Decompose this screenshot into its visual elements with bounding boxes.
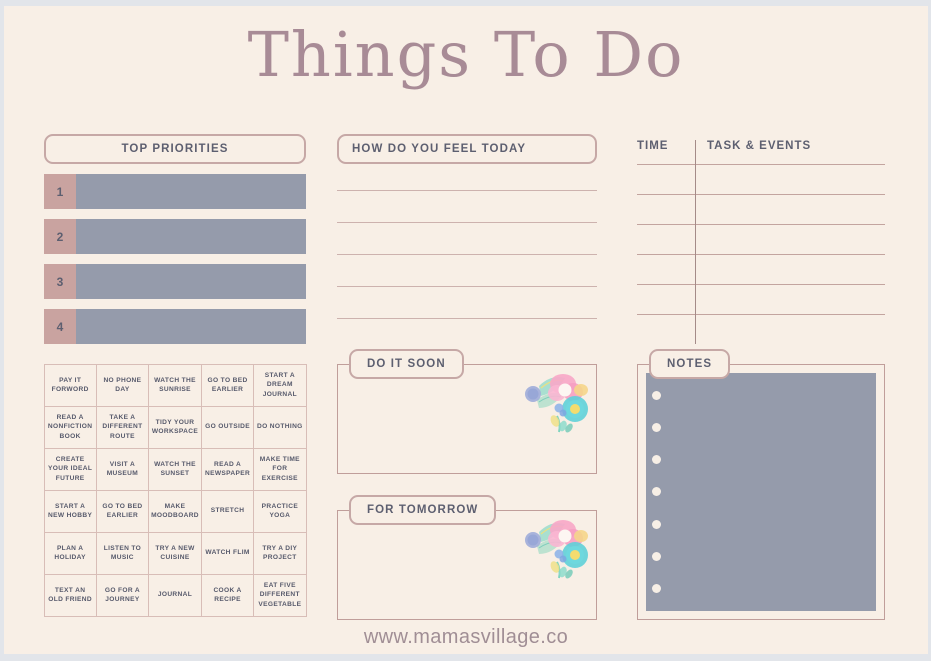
priority-number: 4 xyxy=(44,309,76,344)
activity-cell[interactable]: TEXT AN OLD FRIEND xyxy=(43,573,97,617)
schedule-row-line[interactable] xyxy=(637,254,885,255)
notes-fill xyxy=(646,373,876,611)
activity-cell[interactable]: TIDY YOUR WORKSPACE xyxy=(148,405,202,449)
priority-row[interactable]: 3 xyxy=(44,264,306,299)
priority-row[interactable]: 1 xyxy=(44,174,306,209)
activity-cell[interactable]: PAY IT FORWORD xyxy=(43,363,97,407)
activity-cell[interactable]: DO NOTHING xyxy=(253,405,307,449)
activity-cell[interactable]: STRETCH xyxy=(200,489,255,533)
activity-cell[interactable]: VISIT A MUSEUM xyxy=(95,447,150,491)
priority-number: 1 xyxy=(44,174,76,209)
schedule-row-line[interactable] xyxy=(637,284,885,285)
notes-bullet xyxy=(652,519,661,529)
notes-header: NOTES xyxy=(649,349,731,379)
activity-cell[interactable]: TAKE A DIFFERENT ROUTE xyxy=(95,405,150,449)
activity-cell[interactable]: GO OUTSIDE xyxy=(200,405,255,449)
activity-cell[interactable]: CREATE YOUR IDEAL FUTURE xyxy=(43,447,97,491)
top-priorities-header: TOP PRIORITIES xyxy=(44,134,306,164)
activity-cell[interactable]: GO TO BED EARLIER xyxy=(95,489,150,533)
activity-grid: PAY IT FORWORD NO PHONE DAY WATCH THE SUNR… xyxy=(43,363,307,617)
activity-cell[interactable]: LISTEN TO MUSIC xyxy=(95,531,150,575)
write-line[interactable] xyxy=(337,318,597,319)
schedule-divider xyxy=(695,140,696,344)
activity-cell[interactable]: WATCH FLIM xyxy=(200,531,255,575)
do-it-soon-writing-area[interactable] xyxy=(337,364,597,474)
notes-bullet xyxy=(652,552,661,562)
activity-cell[interactable]: GO TO BED EARLIER xyxy=(200,363,255,407)
priority-input-area[interactable] xyxy=(76,264,306,299)
activity-cell[interactable]: TRY A DIY PROJECT xyxy=(253,531,307,575)
notes-section: NOTES xyxy=(637,349,885,620)
floral-bouquet-icon xyxy=(525,520,588,579)
do-it-soon-section: DO IT SOON xyxy=(337,349,597,474)
schedule-header-row: TIME TASK & EVENTS xyxy=(637,140,885,164)
floral-bouquet-icon xyxy=(525,374,588,433)
schedule-row-line[interactable] xyxy=(637,194,885,195)
write-line[interactable] xyxy=(337,254,597,255)
schedule-rows[interactable] xyxy=(637,164,885,315)
planner-page: Things To Do TOP PRIORITIES 1 2 3 4 HOW DO … xyxy=(4,6,928,654)
priority-input-area[interactable] xyxy=(76,174,306,209)
notes-bullet xyxy=(652,455,661,465)
priority-input-area[interactable] xyxy=(76,309,306,344)
schedule-body[interactable] xyxy=(637,140,885,344)
schedule-row-line[interactable] xyxy=(637,224,885,225)
activity-cell[interactable]: START A DREAM JOURNAL xyxy=(253,363,307,407)
notes-bullet-list xyxy=(652,379,664,605)
top-priorities-section: TOP PRIORITIES 1 2 3 4 xyxy=(44,134,306,344)
notes-bullet xyxy=(652,584,661,594)
activity-cell[interactable]: READ A NEWSPAPER xyxy=(200,447,255,491)
top-priorities-rows: 1 2 3 4 xyxy=(44,174,306,344)
activity-cell[interactable]: EAT FIVE DIFFERENT VEGETABLE xyxy=(253,573,307,617)
activity-cell[interactable]: WATCH THE SUNRISE xyxy=(148,363,202,407)
schedule-col-time: TIME xyxy=(637,140,669,152)
feel-today-header: HOW DO YOU FEEL TODAY xyxy=(337,134,597,164)
notes-writing-area[interactable] xyxy=(637,364,885,620)
notes-bullet xyxy=(652,487,661,497)
feel-today-write-lines[interactable] xyxy=(337,190,597,319)
activity-cell[interactable]: PRACTICE YOGA xyxy=(253,489,307,533)
schedule-row-line[interactable] xyxy=(637,314,885,315)
schedule-col-task: TASK & EVENTS xyxy=(707,140,812,152)
priority-row[interactable]: 4 xyxy=(44,309,306,344)
activity-cell[interactable]: PLAN A HOLIDAY xyxy=(43,531,97,575)
write-line[interactable] xyxy=(337,222,597,223)
activity-cell[interactable]: JOURNAL xyxy=(148,573,202,617)
do-it-soon-header: DO IT SOON xyxy=(349,349,464,379)
activity-cell[interactable]: COOK A RECIPE xyxy=(200,573,255,617)
page-title: Things To Do xyxy=(247,18,685,91)
write-line[interactable] xyxy=(337,286,597,287)
activity-cell[interactable]: MAKE MOODBOARD xyxy=(148,489,202,533)
notes-bullet xyxy=(652,390,661,400)
for-tomorrow-writing-area[interactable] xyxy=(337,510,597,620)
activity-cell[interactable]: START A NEW HOBBY xyxy=(43,489,97,533)
priority-row[interactable]: 2 xyxy=(44,219,306,254)
priority-number: 3 xyxy=(44,264,76,299)
activity-cell[interactable]: MAKE TIME FOR EXERCISE xyxy=(253,447,307,491)
activity-cell[interactable]: GO FOR A JOURNEY xyxy=(95,573,150,617)
schedule-section: TIME TASK & EVENTS xyxy=(637,140,885,344)
activity-cell[interactable]: TRY A NEW CUISINE xyxy=(148,531,202,575)
activity-cell[interactable]: READ A NONFICTION BOOK xyxy=(43,405,97,449)
write-line[interactable] xyxy=(337,190,597,191)
schedule-row-line[interactable] xyxy=(637,164,885,165)
for-tomorrow-section: FOR TOMORROW xyxy=(337,495,597,620)
footer-url: www.mamasvillage.co xyxy=(363,626,569,648)
feel-today-section: HOW DO YOU FEEL TODAY xyxy=(337,134,597,350)
activity-cell[interactable]: WATCH THE SUNSET xyxy=(148,447,202,491)
activity-cell[interactable]: NO PHONE DAY xyxy=(95,363,150,407)
for-tomorrow-header: FOR TOMORROW xyxy=(349,495,497,525)
priority-number: 2 xyxy=(44,219,76,254)
priority-input-area[interactable] xyxy=(76,219,306,254)
notes-bullet xyxy=(652,422,661,432)
